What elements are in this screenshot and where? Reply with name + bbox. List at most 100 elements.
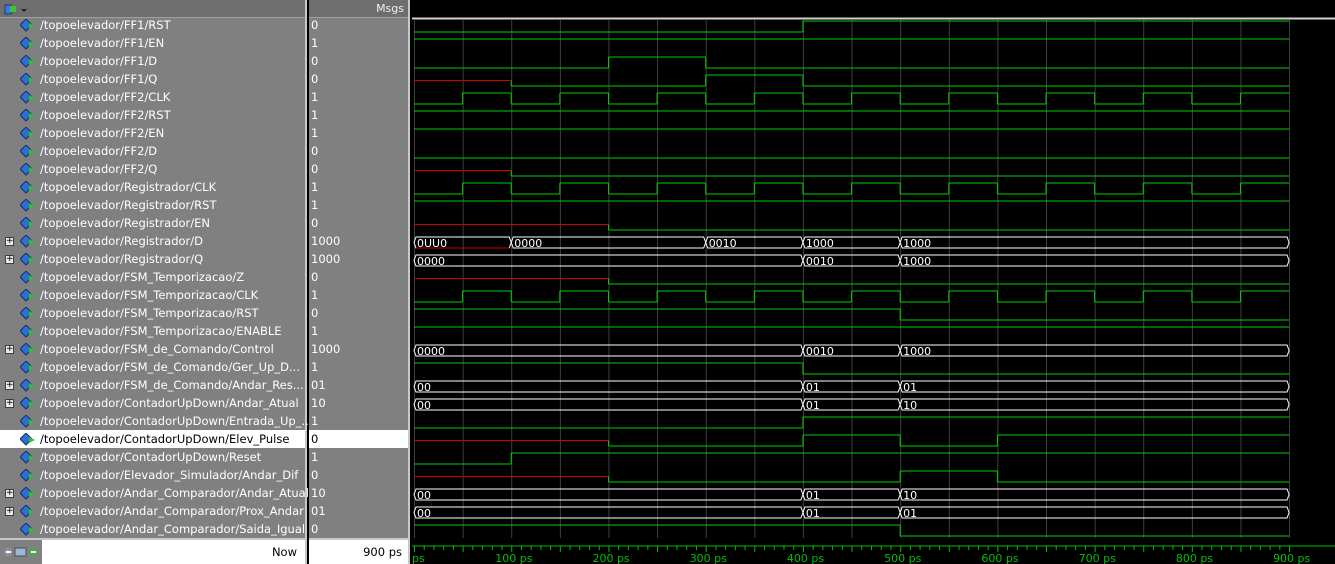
signal-row[interactable]: + /topoelevador/Andar_Comparador/Prox_And…	[0, 502, 305, 520]
bus-value-label: 01	[806, 381, 820, 394]
signal-row[interactable]: /topoelevador/FSM_Temporizacao/ENABLE	[0, 322, 305, 340]
wave-menu-icon[interactable]	[3, 3, 29, 16]
bus-value-label: 1000	[903, 345, 931, 358]
signal-name: /topoelevador/Andar_Comparador/Andar_Atu…	[40, 486, 309, 500]
expand-toggle-icon[interactable]: +	[5, 399, 14, 408]
signal-diamond-icon	[20, 361, 35, 374]
now-label: Now	[271, 545, 297, 559]
bus-value-label: 0010	[806, 255, 834, 268]
time-tick-label: 100 ps	[495, 552, 532, 564]
bus-value-label: 1000	[903, 237, 931, 250]
signal-value: 0	[311, 54, 319, 68]
time-tick-label: 800 ps	[1176, 552, 1213, 564]
signal-value: 0	[311, 270, 319, 284]
signal-diamond-icon	[20, 73, 35, 86]
bus-value-label: 1000	[903, 255, 931, 268]
signal-diamond-icon	[20, 343, 35, 356]
signal-row[interactable]: /topoelevador/ContadorUpDown/Elev_Pulse	[0, 430, 305, 448]
expand-toggle-icon[interactable]: +	[5, 237, 14, 246]
signal-row[interactable]: /topoelevador/FSM_de_Comando/Ger_Up_D...	[0, 358, 305, 376]
signal-name: /topoelevador/ContadorUpDown/Entrada_Up_…	[40, 414, 313, 428]
signal-row[interactable]: /topoelevador/Andar_Comparador/Saida_Igu…	[0, 520, 305, 538]
waveform-pane[interactable]: 0UU0 0000 0010 1000 1000 0000 0010 1000 0000 0010…	[412, 0, 1335, 564]
footer-toolbar	[0, 540, 42, 564]
bus-value-label: 0010	[806, 345, 834, 358]
signal-row[interactable]: /topoelevador/Registrador/RST	[0, 196, 305, 214]
time-tick-label: 500 ps	[884, 552, 921, 564]
signal-row[interactable]: + /topoelevador/Registrador/D	[0, 232, 305, 250]
signal-row[interactable]: /topoelevador/Registrador/CLK	[0, 178, 305, 196]
signal-name: /topoelevador/FF1/Q	[40, 72, 158, 86]
signal-row[interactable]: + /topoelevador/Registrador/Q	[0, 250, 305, 268]
signal-row[interactable]: + /topoelevador/Andar_Comparador/Andar_At…	[0, 484, 309, 502]
cursor-delete-icon[interactable]	[29, 548, 37, 556]
waveform-canvas[interactable]: 0UU0 0000 0010 1000 10000000 0010 10000000 0010…	[412, 0, 1335, 564]
values-title: Msgs	[376, 2, 404, 15]
signal-row[interactable]: /topoelevador/FSM_Temporizacao/Z	[0, 268, 305, 286]
time-tick-label: ps	[412, 552, 425, 564]
signal-row[interactable]: /topoelevador/FF2/EN	[0, 124, 305, 142]
signal-value: 1	[311, 288, 319, 302]
signal-diamond-icon	[20, 91, 35, 104]
now-value: 900 ps	[363, 545, 402, 559]
expand-toggle-icon[interactable]: +	[5, 255, 14, 264]
signal-row[interactable]: /topoelevador/FF2/Q	[0, 160, 305, 178]
signal-value: 1000	[311, 234, 341, 248]
signal-row[interactable]: /topoelevador/ContadorUpDown/Reset	[0, 448, 305, 466]
time-tick-label: 300 ps	[690, 552, 727, 564]
expand-toggle-icon[interactable]: +	[5, 345, 14, 354]
signal-name: /topoelevador/FF2/D	[40, 144, 158, 158]
signal-diamond-icon	[20, 289, 35, 302]
signal-value: 1	[311, 450, 319, 464]
signal-diamond-icon	[20, 235, 35, 248]
expand-toggle-icon[interactable]: +	[5, 489, 14, 498]
signal-row[interactable]: + /topoelevador/FSM_de_Comando/Andar_Res.…	[0, 376, 305, 394]
bus-value-label: 1000	[806, 237, 834, 250]
signal-diamond-icon	[20, 217, 35, 230]
signal-name: /topoelevador/Andar_Comparador/Saida_Igu…	[40, 522, 306, 536]
signal-row[interactable]: /topoelevador/FF2/CLK	[0, 88, 305, 106]
bus-value-label: 00	[417, 489, 431, 502]
bus-value-label: 01	[806, 489, 820, 502]
expand-toggle-icon[interactable]: +	[5, 507, 14, 516]
signal-row[interactable]: /topoelevador/FSM_Temporizacao/CLK	[0, 286, 305, 304]
signal-row[interactable]: /topoelevador/FF2/D	[0, 142, 305, 160]
signal-row[interactable]: /topoelevador/FF1/D	[0, 52, 305, 70]
signal-name: /topoelevador/FF2/EN	[40, 126, 165, 140]
bus-value-label: 00	[417, 507, 431, 520]
signal-row[interactable]: + /topoelevador/ContadorUpDown/Andar_Atua…	[0, 394, 305, 412]
signal-value: 0	[311, 522, 319, 536]
signal-row[interactable]: /topoelevador/FF2/RST	[0, 106, 305, 124]
signal-name: /topoelevador/FSM_Temporizacao/CLK	[40, 288, 259, 302]
bus-value-label: 01	[806, 507, 820, 520]
signal-name: /topoelevador/FSM_de_Comando/Ger_Up_D...	[40, 360, 300, 374]
signal-values-pane: Msgs 0 1 0 0 1 1 1 0 0 1 1 0 1000 1000 0 1 0 1 1000 1 01 10 1 0…	[309, 0, 410, 564]
signal-value: 1	[311, 360, 319, 374]
signal-row[interactable]: /topoelevador/FSM_Temporizacao/RST	[0, 304, 305, 322]
signal-name: /topoelevador/Registrador/EN	[40, 216, 211, 230]
signal-diamond-icon	[20, 433, 35, 446]
signal-name: /topoelevador/FF2/Q	[40, 162, 158, 176]
bus-value-label: 00	[417, 399, 431, 412]
signal-row[interactable]: /topoelevador/FF1/RST	[0, 16, 305, 34]
cursor-add-icon[interactable]	[4, 548, 12, 556]
bus-value-label: 01	[903, 507, 917, 520]
signal-diamond-icon	[20, 469, 35, 482]
bus-value-label: 01	[903, 381, 917, 394]
signal-value: 0	[311, 216, 319, 230]
signal-name: /topoelevador/FSM_de_Comando/Andar_Res..…	[40, 378, 304, 392]
bus-value-label: 00	[417, 381, 431, 394]
signal-name: /topoelevador/FF1/RST	[40, 18, 171, 32]
signal-row[interactable]: /topoelevador/Registrador/EN	[0, 214, 305, 232]
signal-row[interactable]: + /topoelevador/FSM_de_Comando/Control	[0, 340, 305, 358]
signal-row[interactable]: /topoelevador/ContadorUpDown/Entrada_Up_…	[0, 412, 312, 430]
signal-diamond-icon	[20, 451, 35, 464]
bus-value-label: 0000	[417, 345, 445, 358]
signal-row[interactable]: /topoelevador/Elevador_Simulador/Andar_D…	[0, 466, 305, 484]
cursor-lock-icon[interactable]	[14, 547, 27, 557]
signal-row[interactable]: /topoelevador/FF1/Q	[0, 70, 305, 88]
signal-name: /topoelevador/FSM_Temporizacao/RST	[40, 306, 259, 320]
signal-row[interactable]: /topoelevador/FF1/EN	[0, 34, 305, 52]
signal-value: 0	[311, 72, 319, 86]
expand-toggle-icon[interactable]: +	[5, 381, 14, 390]
